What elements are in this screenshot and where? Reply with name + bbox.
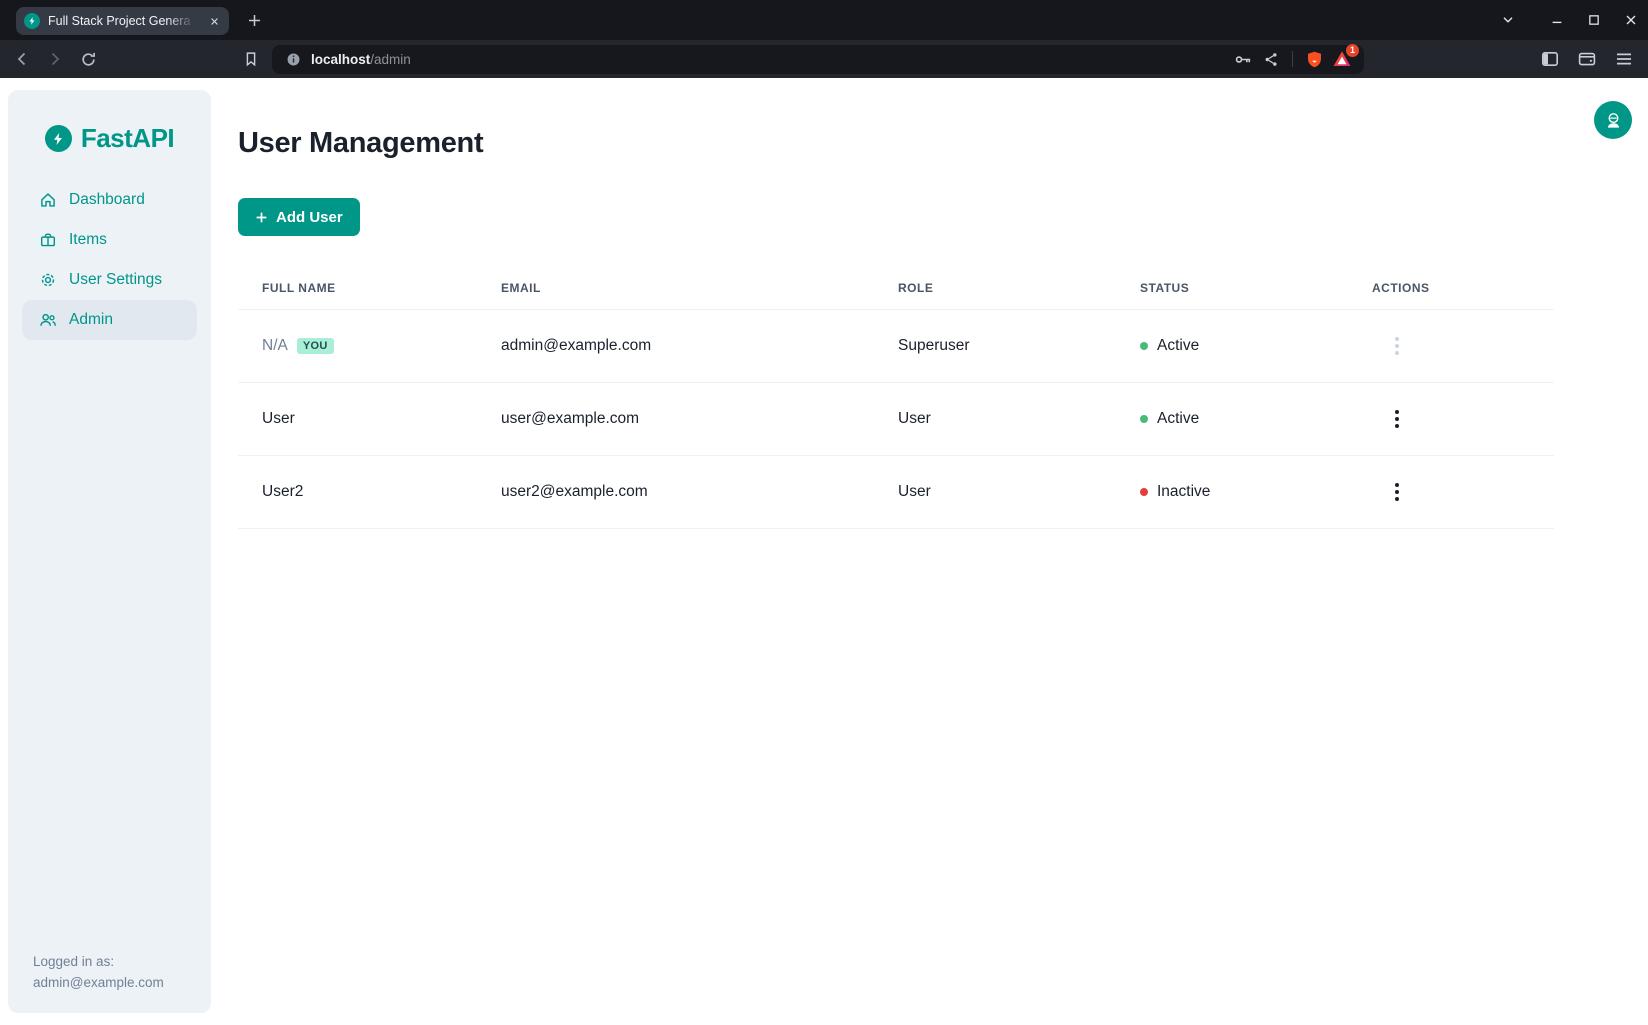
col-role: ROLE [874, 281, 1116, 295]
browser-titlebar: Full Stack Project Genera [0, 0, 1648, 40]
page-title: User Management [238, 127, 483, 160]
home-icon [39, 191, 57, 209]
sidebar-item-label: Dashboard [69, 191, 145, 209]
you-badge: YOU [297, 338, 334, 354]
add-user-label: Add User [276, 209, 343, 226]
col-actions: ACTIONS [1348, 281, 1554, 295]
cell-role: User [874, 483, 1116, 501]
sidebar-item-items[interactable]: Items [22, 220, 197, 260]
url-bar[interactable]: localhost/admin 1 [272, 45, 1364, 74]
logged-in-email: admin@example.com [33, 972, 164, 993]
brand-name: FastAPI [81, 123, 174, 154]
cell-role: User [874, 410, 1116, 428]
status-label: Active [1157, 410, 1199, 428]
fastapi-favicon-icon [24, 13, 40, 29]
maximize-icon[interactable] [1585, 11, 1603, 29]
sidebar-item-label: Items [69, 231, 107, 249]
logged-in-label: Logged in as: [33, 951, 164, 972]
tab-title: Full Stack Project Genera [48, 14, 200, 28]
table-row: User user@example.com User Active [238, 383, 1554, 456]
new-tab-icon[interactable] [243, 9, 265, 31]
rewards-count-badge: 1 [1346, 44, 1359, 57]
browser-tab[interactable]: Full Stack Project Genera [16, 7, 229, 35]
table-row: User2 user2@example.com User Inactive [238, 456, 1554, 529]
fastapi-logo-icon [45, 125, 72, 152]
forward-icon[interactable] [45, 49, 65, 69]
main-area: User Management Add User FULL NAME EMAIL… [238, 78, 1648, 1025]
row-actions-kebab-icon[interactable] [1387, 334, 1407, 358]
cell-email: user@example.com [477, 410, 874, 428]
cell-actions [1348, 334, 1554, 358]
logged-in-info: Logged in as: admin@example.com [33, 951, 164, 993]
tab-search-chevron-icon[interactable] [1499, 11, 1517, 29]
status-dot [1140, 415, 1148, 423]
status-dot [1140, 488, 1148, 496]
site-info-icon[interactable] [283, 49, 303, 69]
add-user-button[interactable]: Add User [238, 198, 360, 236]
url-path: /admin [370, 52, 411, 67]
sidebar-item-user-settings[interactable]: User Settings [22, 260, 197, 300]
sidebar-panel-icon[interactable] [1540, 49, 1560, 69]
col-email: EMAIL [477, 281, 874, 295]
share-icon[interactable] [1261, 49, 1281, 69]
sidebar-item-label: Admin [69, 311, 113, 329]
back-icon[interactable] [12, 49, 32, 69]
users-icon [39, 311, 57, 329]
cell-full-name: User2 [238, 483, 477, 501]
bookmark-icon[interactable] [241, 49, 261, 69]
status-label: Active [1157, 337, 1199, 355]
tab-close-icon[interactable] [208, 15, 221, 28]
divider [1292, 51, 1293, 67]
page-content: FastAPI Dashboard Items User Settings Ad… [0, 78, 1648, 1025]
col-full-name: FULL NAME [238, 281, 477, 295]
users-table: FULL NAME EMAIL ROLE STATUS ACTIONS N/A … [238, 266, 1554, 529]
sidebar-item-label: User Settings [69, 271, 162, 289]
menu-hamburger-icon[interactable] [1614, 49, 1634, 69]
table-row: N/A YOU admin@example.com Superuser Acti… [238, 310, 1554, 383]
row-actions-kebab-icon[interactable] [1387, 407, 1407, 431]
sidebar-item-dashboard[interactable]: Dashboard [22, 180, 197, 220]
wallet-icon[interactable] [1577, 49, 1597, 69]
row-actions-kebab-icon[interactable] [1387, 480, 1407, 504]
minimize-icon[interactable] [1548, 11, 1566, 29]
brand: FastAPI [8, 123, 211, 154]
brave-shield-icon[interactable] [1304, 49, 1324, 69]
window-close-icon[interactable] [1622, 11, 1640, 29]
status-dot [1140, 342, 1148, 350]
url-text: localhost/admin [311, 52, 411, 67]
cell-actions [1348, 480, 1554, 504]
cell-status: Active [1116, 410, 1348, 428]
cell-full-name: User [238, 410, 477, 428]
status-label: Inactive [1157, 483, 1210, 501]
briefcase-icon [39, 231, 57, 249]
cell-status: Inactive [1116, 483, 1348, 501]
sidebar-nav: Dashboard Items User Settings Admin [8, 180, 211, 340]
url-host: localhost [311, 52, 370, 67]
cell-role: Superuser [874, 337, 1116, 355]
reload-icon[interactable] [78, 49, 98, 69]
sidebar: FastAPI Dashboard Items User Settings Ad… [8, 90, 211, 1013]
cell-actions [1348, 407, 1554, 431]
browser-toolbar: localhost/admin 1 [0, 40, 1648, 78]
col-status: STATUS [1116, 281, 1348, 295]
cell-full-name: N/A YOU [238, 337, 477, 355]
plus-icon [255, 211, 268, 224]
cell-email: admin@example.com [477, 337, 874, 355]
gear-icon [39, 271, 57, 289]
sidebar-item-admin[interactable]: Admin [22, 300, 197, 340]
cell-email: user2@example.com [477, 483, 874, 501]
password-key-icon[interactable] [1233, 49, 1253, 69]
cell-status: Active [1116, 337, 1348, 355]
table-header: FULL NAME EMAIL ROLE STATUS ACTIONS [238, 266, 1554, 310]
